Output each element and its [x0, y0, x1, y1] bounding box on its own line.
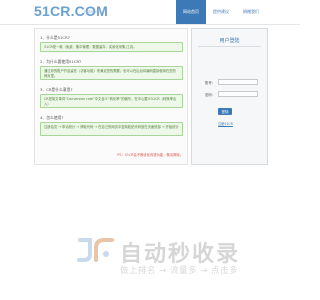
- faq-panel: 1、什么是51CR? 51CR是一款（免费、集中管理、数据留存、实用化采集)工具…: [34, 28, 188, 165]
- page-header: 51CR.COM 标准编码统计 网站首页 提供建议 捐赠我们: [0, 0, 300, 25]
- faq-question-4: 4、怎么使用?: [40, 115, 64, 120]
- main-nav: 网站首页 提供建议 捐赠我们: [176, 0, 266, 24]
- ps-note: PS：51CR会不断优化改进功能，敬请期待。: [117, 153, 183, 157]
- faq-question-1: 1、什么是51CR?: [40, 35, 70, 40]
- password-label: 密码：: [205, 93, 216, 97]
- watermark-subtitle: 做上排名 → 流量多 → 点击多: [120, 266, 239, 276]
- password-input[interactable]: [218, 91, 258, 97]
- faq-answer-4: 注册会员 → 申请统计 → 获取代码 → 在自己的网页中复制粘贴代码放在页面底部…: [40, 122, 183, 136]
- register-link[interactable]: 注册51CR: [218, 121, 233, 126]
- watermark-logo-icon: [77, 238, 114, 262]
- faq-question-2: 2、为什么要使用51CR?: [40, 59, 82, 64]
- watermark: 自动秒收录 做上排名 → 流量多 → 点击多: [76, 236, 276, 276]
- faq-question-3: 3、CR是什么意思?: [40, 87, 73, 92]
- nav-item-donate[interactable]: 捐赠我们: [236, 0, 266, 24]
- username-label: 账号：: [205, 81, 216, 85]
- login-title: 用户登陆: [219, 38, 240, 44]
- faq-answer-2: 通过你的账户开启留言（访客功能）来满足您的需要；也可以在后台将编码直接使用在您的…: [40, 66, 183, 80]
- nav-item-suggestions[interactable]: 提供建议: [206, 0, 236, 24]
- faq-answer-1: 51CR是一款（免费、集中管理、数据留存、实用化采集)工具。: [40, 42, 183, 52]
- site-logo-subtitle: 标准编码统计: [84, 10, 105, 14]
- faq-answer-3: CR是英文单词“Conversion rate”中文含义“转化率”的缩写，在中心…: [40, 94, 183, 108]
- nav-item-home[interactable]: 网站首页: [176, 0, 206, 24]
- login-button[interactable]: 登陆: [218, 108, 232, 115]
- login-divider: [198, 46, 261, 47]
- username-input[interactable]: [218, 79, 258, 85]
- login-panel: 用户登陆 账号： 密码： 登陆 注册51CR: [191, 28, 268, 165]
